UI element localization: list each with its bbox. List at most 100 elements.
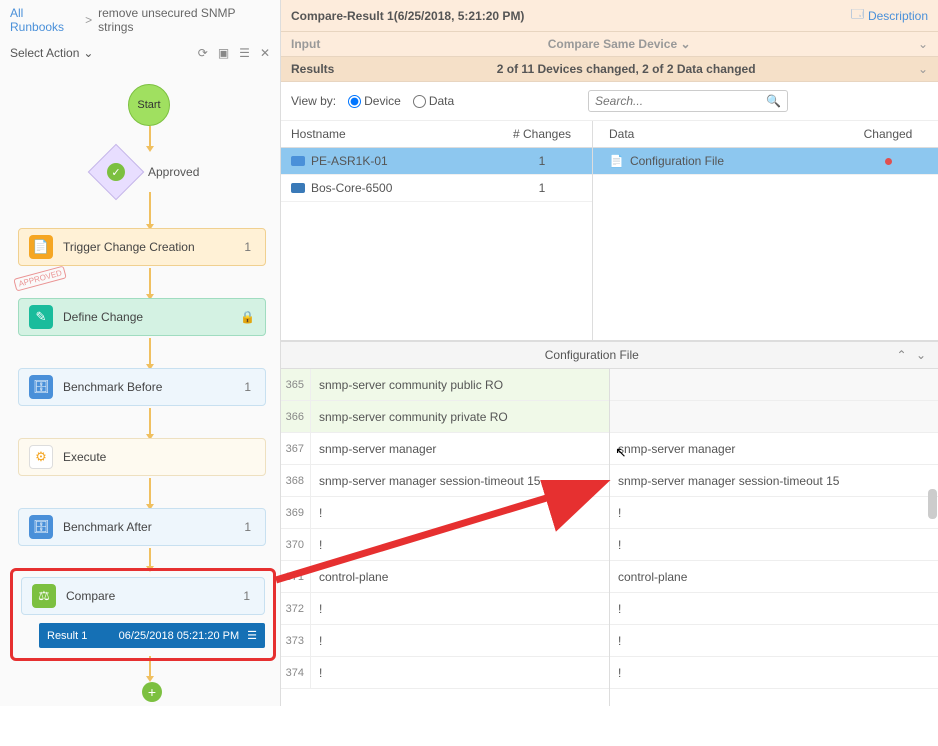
connector: [149, 338, 151, 366]
line-number: 368: [281, 465, 311, 496]
diff-line-right: !: [610, 657, 938, 689]
start-label: Start: [137, 99, 160, 111]
diff-line-right: snmp-server manager session-timeout 15: [610, 465, 938, 497]
viewby-device-radio[interactable]: Device: [348, 94, 401, 108]
connector: [149, 408, 151, 436]
trigger-change-step[interactable]: 📄 Trigger Change Creation 1: [18, 228, 266, 266]
data-header[interactable]: Data: [603, 127, 848, 141]
line-text: !: [610, 506, 621, 520]
compare-highlight-box: ⚖ Compare 1 Result 1 06/25/2018 05:21:20…: [10, 568, 276, 661]
changed-indicator: [848, 154, 928, 168]
device-hostname: Bos-Core-6500: [311, 181, 392, 195]
start-node[interactable]: Start: [128, 84, 170, 126]
trigger-count: 1: [244, 240, 251, 254]
bench-after-count: 1: [244, 520, 251, 534]
changed-header[interactable]: Changed: [848, 127, 928, 141]
compare-step[interactable]: ⚖ Compare 1: [21, 577, 265, 615]
breadcrumb-root[interactable]: All Runbooks: [10, 6, 79, 34]
data-row-selected[interactable]: 📄Configuration File: [593, 148, 938, 175]
search-icon[interactable]: 🔍: [766, 94, 781, 108]
description-icon: 🗔: [851, 5, 864, 26]
close-icon[interactable]: ✕: [260, 46, 270, 60]
expand-down-icon[interactable]: ⌄: [916, 348, 926, 362]
device-row[interactable]: Bos-Core-6500 1: [281, 175, 592, 202]
connector: [149, 268, 151, 296]
compare-result-row[interactable]: Result 1 06/25/2018 05:21:20 PM ☰: [39, 623, 265, 648]
diff-line-left: 366snmp-server community private RO: [281, 401, 609, 433]
benchmark-after-step[interactable]: 🗄 Benchmark After 1: [18, 508, 266, 546]
connector: [149, 126, 151, 148]
config-file-title-bar[interactable]: Configuration File ⌃ ⌄: [281, 341, 938, 369]
chevron-down-icon: ⌄: [83, 46, 93, 60]
search-input[interactable]: [595, 94, 766, 108]
diff-line-left: 368snmp-server manager session-timeout 1…: [281, 465, 609, 497]
search-box[interactable]: 🔍: [588, 90, 788, 112]
line-text: !: [311, 506, 322, 520]
diff-line-right: !: [610, 529, 938, 561]
device-changes: 1: [502, 154, 582, 168]
diff-line-right: [610, 369, 938, 401]
bench-before-count: 1: [244, 380, 251, 394]
line-text: !: [311, 666, 322, 680]
device-icon: [291, 183, 305, 193]
results-summary: 2 of 11 Devices changed, 2 of 2 Data cha…: [334, 62, 918, 76]
collapse-input-icon[interactable]: ⌄: [918, 37, 928, 51]
diff-line-right: [610, 401, 938, 433]
bench-after-label: Benchmark After: [63, 520, 234, 534]
database-icon: 🗄: [29, 375, 53, 399]
device-row-selected[interactable]: PE-ASR1K-01 1: [281, 148, 592, 175]
breadcrumb-current: remove unsecured SNMP strings: [98, 6, 270, 34]
database-icon: 🗄: [29, 515, 53, 539]
result-menu-icon[interactable]: ☰: [247, 629, 257, 642]
menu-icon[interactable]: ☰: [239, 46, 250, 60]
benchmark-before-step[interactable]: 🗄 Benchmark Before 1: [18, 368, 266, 406]
line-number: 365: [281, 369, 311, 400]
collapse-results-icon[interactable]: ⌄: [918, 62, 928, 76]
diff-line-left: 374!: [281, 657, 609, 689]
focus-icon[interactable]: ▣: [218, 46, 229, 60]
device-icon: [291, 156, 305, 166]
diff-line-left: 367snmp-server manager: [281, 433, 609, 465]
diff-line-left: 371control-plane: [281, 561, 609, 593]
compare-device-dropdown[interactable]: Compare Same Device ⌄: [320, 37, 918, 51]
breadcrumb[interactable]: All Runbooks > remove unsecured SNMP str…: [0, 0, 280, 40]
line-number: 374: [281, 657, 311, 688]
line-number: 370: [281, 529, 311, 560]
scrollbar-thumb[interactable]: [928, 489, 937, 519]
approved-label: Approved: [148, 165, 199, 179]
connector: [149, 548, 151, 568]
line-number: 367: [281, 433, 311, 464]
approved-node[interactable]: ✓ Approved: [96, 152, 206, 192]
device-hostname: PE-ASR1K-01: [311, 154, 388, 168]
diff-line-right: snmp-server manager: [610, 433, 938, 465]
viewby-data-radio[interactable]: Data: [413, 94, 454, 108]
refresh-icon[interactable]: ⟳: [198, 46, 208, 60]
trigger-label: Trigger Change Creation: [63, 240, 234, 254]
line-text: !: [610, 538, 621, 552]
compare-device-label: Compare Same Device: [548, 37, 677, 51]
diff-line-left: 365snmp-server community public RO: [281, 369, 609, 401]
changes-header[interactable]: # Changes: [502, 127, 582, 141]
description-link[interactable]: 🗔 Description: [851, 5, 928, 26]
hostname-header[interactable]: Hostname: [291, 127, 502, 141]
results-section-header[interactable]: Results 2 of 11 Devices changed, 2 of 2 …: [281, 57, 938, 82]
input-section-header[interactable]: Input Compare Same Device ⌄ ⌄: [281, 32, 938, 57]
line-number: 366: [281, 401, 311, 432]
define-label: Define Change: [63, 310, 230, 324]
execute-step[interactable]: ⚙ Execute: [18, 438, 266, 476]
line-text: snmp-server manager: [610, 442, 735, 456]
diff-line-right: !: [610, 593, 938, 625]
select-action-dropdown[interactable]: Select Action ⌄: [10, 46, 93, 60]
line-text: snmp-server community private RO: [311, 410, 508, 424]
result-label: Result 1: [47, 630, 87, 642]
add-step-button[interactable]: +: [142, 682, 162, 702]
compare-result-title: Compare-Result 1(6/25/2018, 5:21:20 PM): [291, 9, 524, 23]
line-text: control-plane: [610, 570, 687, 584]
define-change-step[interactable]: ✎ Define Change 🔒: [18, 298, 266, 336]
edit-icon: ✎: [29, 305, 53, 329]
line-text: snmp-server manager session-timeout 15: [311, 474, 540, 488]
line-text: !: [610, 666, 621, 680]
collapse-up-icon[interactable]: ⌃: [897, 348, 907, 362]
connector: [149, 478, 151, 506]
scales-icon: ⚖: [32, 584, 56, 608]
